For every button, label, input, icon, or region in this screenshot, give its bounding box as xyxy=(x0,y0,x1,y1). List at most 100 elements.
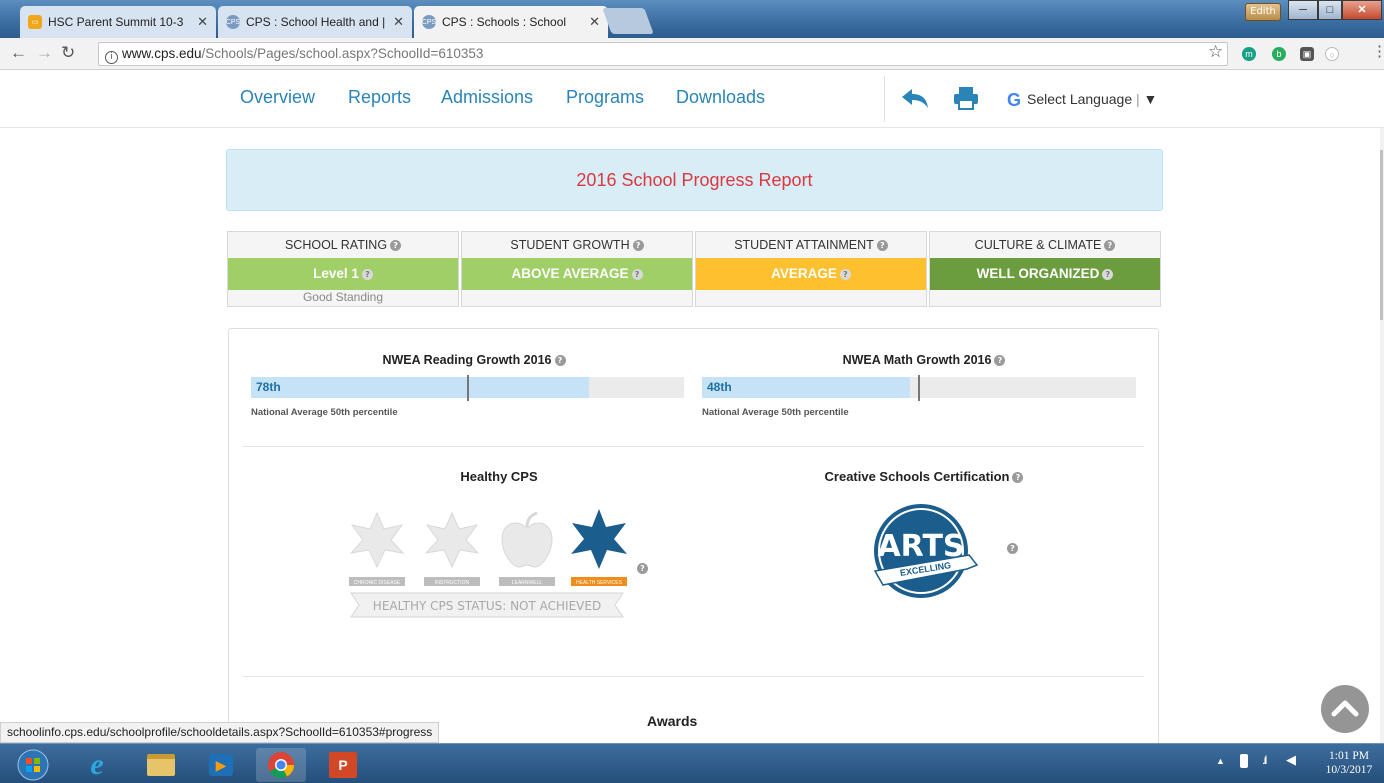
rating-note xyxy=(930,290,1160,306)
creative-schools-title: Creative Schools Certification? xyxy=(699,469,1149,484)
extension-m-icon[interactable]: m xyxy=(1242,47,1256,61)
site-info-icon[interactable]: i xyxy=(105,51,118,64)
close-window-button[interactable]: ✕ xyxy=(1342,0,1382,20)
report-details-panel: NWEA Reading Growth 2016? 78th National … xyxy=(228,328,1159,749)
close-tab-icon[interactable]: ✕ xyxy=(197,14,208,30)
close-tab-icon[interactable]: ✕ xyxy=(393,14,404,30)
cps-favicon-icon: CPS xyxy=(422,15,436,29)
nav-programs-link[interactable]: Programs xyxy=(566,87,644,108)
badge-label: CHRONIC DISEASE xyxy=(354,580,401,586)
section-divider xyxy=(243,676,1144,677)
help-icon[interactable]: ? xyxy=(631,268,643,280)
volume-muted-icon[interactable]: ◀ xyxy=(1286,752,1296,768)
profile-button[interactable]: Edith xyxy=(1245,3,1281,21)
math-growth-bar: 48th xyxy=(702,375,1136,401)
learnwell-apple-icon xyxy=(501,511,553,568)
windows-taskbar: e ▶ P ▲ .ıl ◀ 1:01 PM 10/3/2017 xyxy=(0,743,1384,783)
browser-tab[interactable]: CPS CPS : School Health and | ✕ xyxy=(218,6,412,38)
internet-explorer-icon: e xyxy=(90,748,104,781)
nav-downloads-link[interactable]: Downloads xyxy=(676,87,765,108)
math-growth-fill xyxy=(702,377,911,398)
rating-value: AVERAGE xyxy=(771,266,837,281)
page-scrollbar[interactable] xyxy=(1380,128,1384,743)
extension-b-icon[interactable]: b xyxy=(1272,47,1286,61)
rating-card-culture-climate: CULTURE & CLIMATE? WELL ORGANIZED? xyxy=(929,231,1161,307)
url-input[interactable]: i www.cps.edu/Schools/Pages/school.aspx?S… xyxy=(98,42,1228,66)
nav-admissions-link[interactable]: Admissions xyxy=(441,87,533,108)
select-language-dropdown[interactable]: G Select Language | ▼ xyxy=(1007,90,1157,111)
help-icon[interactable]: ? xyxy=(994,355,1006,367)
nav-overview-link[interactable]: Overview xyxy=(240,87,315,108)
rating-value: Level 1 xyxy=(313,266,359,281)
back-arrow-icon[interactable]: ← xyxy=(10,43,27,63)
help-icon[interactable]: ? xyxy=(1102,268,1114,280)
forward-arrow-icon[interactable]: → xyxy=(36,43,53,63)
new-tab-button[interactable] xyxy=(602,8,654,34)
national-average-marker xyxy=(466,375,469,401)
system-clock[interactable]: 1:01 PM 10/3/2017 xyxy=(1316,749,1382,777)
rating-value: WELL ORGANIZED xyxy=(976,266,1100,281)
help-icon[interactable]: ? xyxy=(361,268,373,280)
browser-menu-icon[interactable]: ⋮ xyxy=(1372,42,1384,60)
help-icon[interactable]: ? xyxy=(1007,543,1018,554)
reading-national-average-note: National Average 50th percentile xyxy=(251,407,398,418)
help-icon[interactable]: ? xyxy=(839,268,851,280)
reading-growth-fill xyxy=(251,377,589,398)
clock-time: 1:01 PM xyxy=(1329,750,1369,762)
start-button[interactable] xyxy=(8,748,58,782)
media-player-taskbar-button[interactable]: ▶ xyxy=(196,748,246,782)
help-icon[interactable]: ? xyxy=(390,240,402,252)
help-icon[interactable]: ? xyxy=(876,240,888,252)
arts-excelling-badge-icon: ARTS EXCELLING xyxy=(873,504,979,598)
badge-label: HEALTH SERVICES xyxy=(576,580,623,586)
rating-note xyxy=(696,290,926,306)
help-icon[interactable]: ? xyxy=(637,563,648,574)
print-icon[interactable] xyxy=(953,86,979,110)
extension-pocket-icon[interactable]: ▣ xyxy=(1300,47,1314,61)
reading-growth-bar: 78th xyxy=(251,375,684,401)
rating-value: ABOVE AVERAGE xyxy=(511,266,629,281)
dropdown-arrow-icon: ▼ xyxy=(1143,91,1158,107)
reload-icon[interactable]: ↻ xyxy=(61,43,75,63)
healthy-cps-title: Healthy CPS xyxy=(460,469,538,484)
chrome-taskbar-button[interactable] xyxy=(256,748,306,782)
badge-label: INSTRUCTION xyxy=(435,580,470,586)
help-icon[interactable]: ? xyxy=(632,240,644,252)
network-signal-icon[interactable]: .ıl xyxy=(1262,753,1268,767)
google-icon: G xyxy=(1007,90,1022,110)
close-tab-icon[interactable]: ✕ xyxy=(589,14,600,30)
maximize-button[interactable]: □ xyxy=(1318,0,1342,20)
file-explorer-taskbar-button[interactable] xyxy=(136,748,186,782)
battery-icon[interactable] xyxy=(1240,754,1248,768)
tab-title: HSC Parent Summit 10-3 xyxy=(48,15,184,29)
rating-label: STUDENT GROWTH xyxy=(510,238,630,252)
bookmark-star-icon[interactable]: ☆ xyxy=(1208,42,1223,62)
clock-date: 10/3/2017 xyxy=(1325,764,1373,776)
rating-card-student-growth: STUDENT GROWTH? ABOVE AVERAGE? xyxy=(461,231,693,307)
browser-tab[interactable]: ▭ HSC Parent Summit 10-3 ✕ xyxy=(20,6,216,38)
url-path: /Schools/Pages/school.aspx?SchoolId=6103… xyxy=(201,46,484,61)
instruction-star-icon xyxy=(424,511,480,569)
nav-reports-link[interactable]: Reports xyxy=(348,87,411,108)
back-to-top-button[interactable] xyxy=(1321,685,1369,733)
internet-explorer-taskbar-button[interactable]: e xyxy=(72,748,122,782)
share-icon[interactable] xyxy=(900,87,930,109)
rating-value-bar: Level 1? xyxy=(228,258,458,290)
minimize-button[interactable]: ─ xyxy=(1288,0,1318,20)
windows-logo-icon xyxy=(17,749,49,781)
help-icon[interactable]: ? xyxy=(1012,472,1024,484)
help-icon[interactable]: ? xyxy=(1104,240,1116,252)
rating-value-bar: AVERAGE? xyxy=(696,258,926,290)
powerpoint-icon: P xyxy=(329,752,357,778)
help-icon[interactable]: ? xyxy=(554,355,566,367)
extension-circle-icon[interactable]: ○ xyxy=(1325,47,1339,61)
rating-label: CULTURE & CLIMATE xyxy=(974,238,1102,252)
rating-card-header: STUDENT ATTAINMENT? xyxy=(696,232,926,258)
creative-title-text: Creative Schools Certification xyxy=(824,469,1010,484)
scrollbar-thumb[interactable] xyxy=(1380,150,1383,320)
badge-ribbons: CHRONIC DISEASE INSTRUCTION LEARNWELL HE… xyxy=(349,577,627,586)
powerpoint-taskbar-button[interactable]: P xyxy=(318,748,368,782)
browser-tab-active[interactable]: CPS CPS : Schools : School ✕ xyxy=(414,6,608,38)
show-hidden-icons-arrow-icon[interactable]: ▲ xyxy=(1216,756,1225,766)
rating-note xyxy=(462,290,692,306)
